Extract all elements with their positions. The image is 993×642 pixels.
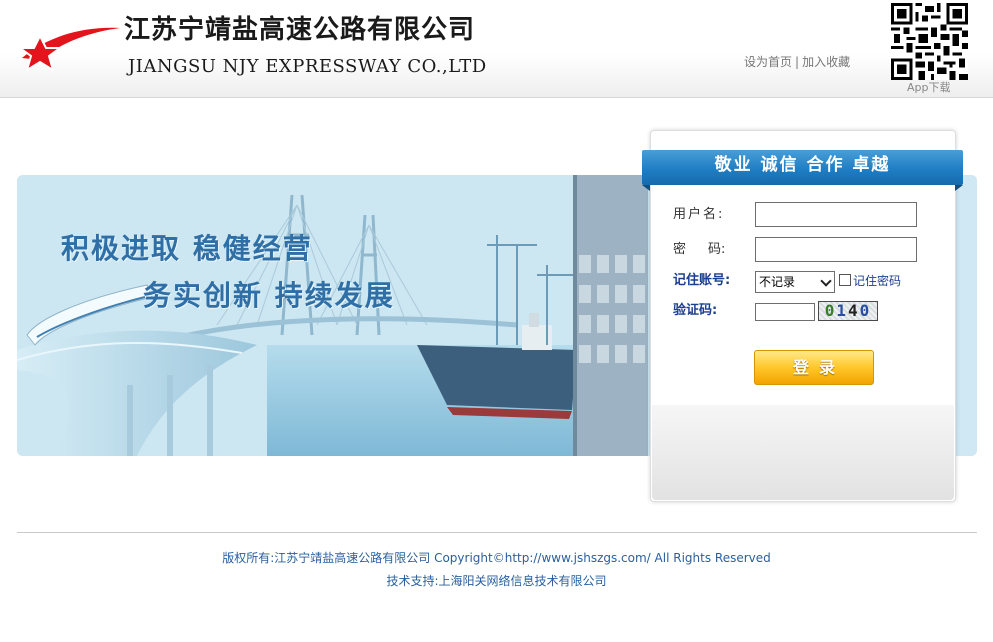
banner-slogan-1: 积极进取 稳健经营 — [61, 232, 313, 265]
set-home-link[interactable]: 设为首页 — [744, 55, 792, 69]
username-input[interactable] — [755, 202, 917, 227]
captcha-image[interactable]: 0140 — [818, 301, 878, 321]
company-name-cn: 江苏宁靖盐高速公路有限公司 — [124, 15, 476, 45]
login-panel-footer — [652, 405, 954, 500]
captcha-input[interactable] — [755, 303, 815, 321]
login-ribbon-title: 敬业 诚信 合作 卓越 — [714, 155, 891, 175]
remember-password-checkbox[interactable] — [839, 274, 851, 286]
link-separator: | — [795, 55, 800, 69]
login-button[interactable]: 登录 — [754, 350, 874, 385]
captcha-char: 4 — [848, 301, 860, 320]
remember-account-label: 记住账号: — [673, 273, 731, 288]
password-label: 密 码: — [673, 241, 725, 259]
password-label-a: 密 — [673, 242, 687, 257]
captcha-char: 0 — [824, 301, 837, 320]
footer-tech-support: 技术支持:上海阳关网络信息技术有限公司 — [386, 574, 607, 588]
remember-account-select[interactable]: 不记录 — [755, 271, 835, 293]
chevron-down-icon — [816, 272, 834, 292]
app-download-label[interactable]: App下载 — [907, 80, 951, 96]
top-links: 设为首页 | 加入收藏 — [744, 53, 850, 71]
remember-password-label[interactable]: 记住密码 — [853, 272, 901, 290]
captcha-char: 0 — [859, 301, 872, 320]
banner-slogan-2: 务实创新 持续发展 — [143, 279, 395, 312]
site-header: 江苏宁靖盐高速公路有限公司 JIANGSU NJY EXPRESSWAY CO.… — [0, 0, 993, 98]
captcha-label: 验证码: — [673, 303, 718, 318]
footer-copyright: 版权所有:江苏宁靖盐高速公路有限公司 Copyright©http://www.… — [222, 551, 771, 565]
footer-divider — [17, 532, 977, 533]
remember-select-value: 不记录 — [759, 275, 796, 289]
qr-code-icon — [891, 3, 968, 80]
password-label-b: 码: — [708, 242, 726, 257]
red-star-logo-icon — [18, 27, 120, 73]
captcha-text: 0140 — [819, 302, 877, 320]
captcha-char: 1 — [836, 301, 848, 320]
company-name-en: JIANGSU NJY EXPRESSWAY CO.,LTD — [128, 56, 487, 77]
password-input[interactable] — [755, 237, 917, 262]
add-favorite-link[interactable]: 加入收藏 — [802, 55, 850, 69]
login-ribbon: 敬业 诚信 合作 卓越 — [642, 150, 963, 191]
username-label: 用户名: — [673, 207, 725, 222]
